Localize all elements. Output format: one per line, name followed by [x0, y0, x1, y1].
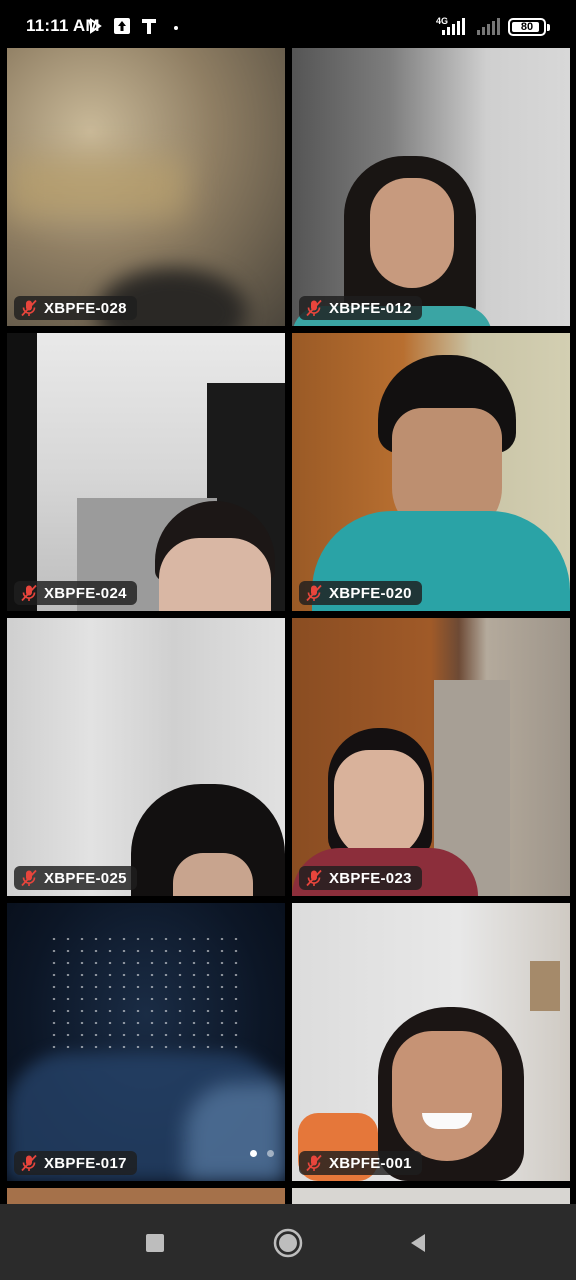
- signal-icon: 4G: [436, 16, 465, 35]
- participant-tile[interactable]: XBPFE-017: [7, 903, 285, 1181]
- participant-tile[interactable]: XBPFE-024: [7, 333, 285, 611]
- t-app-icon: [142, 19, 156, 34]
- mic-muted-icon: [306, 299, 322, 317]
- participant-name: XBPFE-028: [44, 299, 127, 317]
- participant-tile[interactable]: XBPFE-012: [292, 48, 570, 326]
- mic-muted-icon: [306, 584, 322, 602]
- participant-label: XBPFE-028: [14, 296, 137, 320]
- participant-name: XBPFE-001: [329, 1154, 412, 1172]
- upload-icon: [114, 18, 130, 34]
- video-feed: [7, 1188, 285, 1204]
- battery-level: 80: [520, 21, 534, 33]
- participant-name: XBPFE-020: [329, 584, 412, 602]
- participant-tile-partial[interactable]: [7, 1188, 285, 1204]
- play-icon: [90, 18, 102, 34]
- signal-icon-secondary: [477, 18, 500, 35]
- back-button[interactable]: [403, 1228, 433, 1258]
- participant-name: XBPFE-024: [44, 584, 127, 602]
- wall-hanging: [530, 961, 560, 1011]
- participant-tile[interactable]: XBPFE-023: [292, 618, 570, 896]
- participant-label: XBPFE-017: [14, 1151, 137, 1175]
- mic-muted-icon: [21, 299, 37, 317]
- participant-label: XBPFE-024: [14, 581, 137, 605]
- blurred-object: [7, 158, 187, 218]
- participant-label: XBPFE-012: [299, 296, 422, 320]
- video-feed: [292, 1188, 570, 1204]
- navigation-bar: [0, 1204, 576, 1280]
- participant-name: XBPFE-025: [44, 869, 127, 887]
- square-icon: [146, 1234, 164, 1252]
- mic-muted-icon: [306, 1154, 322, 1172]
- participant-label: XBPFE-020: [299, 581, 422, 605]
- home-button[interactable]: [273, 1228, 303, 1258]
- person-face: [392, 1031, 502, 1161]
- participant-tile[interactable]: XBPFE-028: [7, 48, 285, 326]
- participant-label: XBPFE-001: [299, 1151, 422, 1175]
- circle-home-icon: [273, 1228, 303, 1258]
- page-dot-active[interactable]: [250, 1150, 257, 1157]
- participant-label: XBPFE-023: [299, 866, 422, 890]
- person-face: [334, 750, 424, 860]
- mic-muted-icon: [21, 1154, 37, 1172]
- person-face: [370, 178, 454, 288]
- cloud-shape: [185, 1083, 285, 1181]
- dot-icon: [174, 26, 178, 30]
- participant-name: XBPFE-012: [329, 299, 412, 317]
- participant-label: XBPFE-025: [14, 866, 137, 890]
- person-face: [159, 538, 271, 611]
- video-grid[interactable]: XBPFE-028 XBPFE-012 XBPFE-024 XBPFE-020 …: [0, 46, 576, 1204]
- participant-tile[interactable]: XBPFE-001: [292, 903, 570, 1181]
- mic-muted-icon: [21, 869, 37, 887]
- svg-text:4G: 4G: [436, 16, 448, 26]
- status-bar: 11:11 AM 4G 80: [0, 0, 576, 46]
- person-face: [173, 853, 253, 896]
- star-field: [47, 933, 247, 1053]
- participant-tile[interactable]: XBPFE-025: [7, 618, 285, 896]
- mic-muted-icon: [306, 869, 322, 887]
- page-indicator: [250, 1150, 274, 1157]
- status-time: 11:11 AM: [26, 16, 100, 35]
- participant-name: XBPFE-017: [44, 1154, 127, 1172]
- back-triangle-icon: [411, 1234, 425, 1252]
- participant-tile[interactable]: XBPFE-020: [292, 333, 570, 611]
- mic-muted-icon: [21, 584, 37, 602]
- page-dot[interactable]: [267, 1150, 274, 1157]
- participant-name: XBPFE-023: [329, 869, 412, 887]
- participant-tile-partial[interactable]: [292, 1188, 570, 1204]
- recents-button[interactable]: [140, 1228, 170, 1258]
- battery-icon: 80: [508, 18, 550, 36]
- room-wall: [7, 333, 37, 611]
